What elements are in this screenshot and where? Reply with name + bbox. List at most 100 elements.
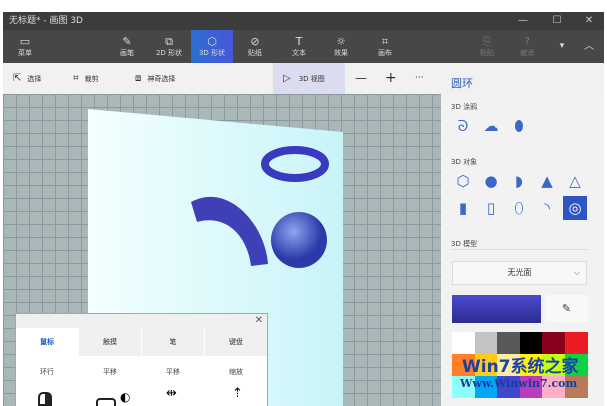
label: 选择	[27, 75, 42, 83]
sphere-icon[interactable]: ●	[479, 169, 503, 193]
tube-icon[interactable]: ▯	[479, 196, 503, 220]
help-icon: ?	[524, 35, 530, 48]
label: 菜单	[18, 49, 32, 57]
collapse-ribbon-button[interactable]: ︿	[577, 30, 601, 63]
magic-select-tool[interactable]: ⧈ 神奇选择	[135, 63, 175, 94]
canvas-icon: ⌗	[381, 35, 389, 48]
orbit-label: 环行	[40, 368, 54, 376]
mouse-left-icon	[38, 392, 52, 406]
effects-icon: ☼	[336, 35, 346, 48]
crop-icon: ⌗	[73, 73, 79, 84]
3d-view-button[interactable]: ▷ 3D 视图	[273, 63, 345, 94]
zoom-in-button[interactable]: +	[385, 63, 397, 94]
soft-doodle-icon[interactable]: ☁	[479, 114, 503, 138]
more-options-button[interactable]: ···	[415, 63, 424, 94]
cylinder-icon[interactable]: ▮	[451, 196, 475, 220]
color-swatch[interactable]	[542, 376, 565, 398]
label: 画布	[378, 49, 392, 57]
color-swatch[interactable]	[497, 332, 520, 354]
color-swatch[interactable]	[474, 332, 498, 354]
3d-view-icon: ▷	[283, 73, 291, 84]
label: 贴纸	[248, 49, 262, 57]
material-dropdown[interactable]: 无光面 ⌵	[452, 261, 587, 285]
label: 神奇选择	[147, 75, 176, 83]
color-palette	[452, 332, 588, 398]
3d-cube-icon: ⬡	[207, 35, 217, 48]
cube-icon[interactable]: ⬡	[451, 169, 475, 193]
color-swatch[interactable]	[542, 332, 565, 354]
tab-stickers[interactable]: ⊘ 贴纸	[235, 30, 275, 63]
current-color-swatch[interactable]	[452, 295, 541, 323]
navigation-help-dialog: ✕ 鼠标 触摸 笔 键盘 环行 平移 平移 缩放 ◐ ⇹ ⇡	[15, 313, 268, 406]
close-button[interactable]: ✕	[574, 12, 604, 30]
3d-doodle-heading: 3D 涂鸦	[451, 103, 478, 111]
color-swatch[interactable]	[474, 354, 498, 376]
minimize-button[interactable]: —	[508, 12, 538, 30]
tab-2d-shapes[interactable]: ⧉ 2D 形状	[149, 30, 189, 63]
color-swatch[interactable]	[519, 332, 543, 354]
tab-mouse[interactable]: 鼠标	[16, 328, 78, 356]
tube-doodle-icon[interactable]: ⬮	[507, 114, 531, 138]
color-swatch[interactable]	[564, 354, 588, 376]
bent-tube-icon[interactable]: ◝	[535, 196, 559, 220]
color-swatch[interactable]	[564, 332, 588, 354]
label: 画笔	[120, 49, 134, 57]
chevron-down-icon: ⌵	[573, 268, 580, 277]
crop-tool[interactable]: ⌗ 裁剪	[73, 63, 99, 94]
color-swatch[interactable]	[452, 332, 475, 354]
toolbar: ⇱ 选择 ⌗ 裁剪 ⧈ 神奇选择 ▷ 3D 视图 — + ···	[3, 63, 604, 94]
maximize-button[interactable]: ☐	[542, 12, 572, 30]
color-swatch[interactable]	[519, 376, 543, 398]
tab-text[interactable]: T 文本	[279, 30, 319, 63]
sphere-shape	[271, 212, 327, 268]
more-dropdown[interactable]: ▾	[551, 30, 573, 63]
ribbon: ▭ 菜单 ✎ 画笔 ⧉ 2D 形状 ⬡ 3D 形状 ⊘ 贴纸 T 文本 ☼ 效果 ⌗ 画布 ⎘ 粘…	[3, 30, 604, 63]
pan-label: 平移	[166, 368, 180, 376]
label: 裁剪	[84, 75, 99, 83]
menu-button[interactable]: ▭ 菜单	[5, 30, 45, 63]
paste-button[interactable]: ⎘ 粘贴	[467, 30, 507, 63]
window-title: 无标题* - 画图 3D	[9, 16, 83, 26]
zoom-label: 缩放	[229, 368, 243, 376]
label: 2D 形状	[155, 49, 183, 57]
undo-button[interactable]: ? 撤消	[507, 30, 547, 63]
color-swatch[interactable]	[452, 354, 475, 376]
touch-icon: ◐	[120, 390, 131, 404]
paste-icon: ⎘	[482, 35, 492, 48]
pan-arrows-icon: ⇹	[166, 386, 177, 401]
torus-icon[interactable]: ◎	[563, 196, 587, 220]
tab-pen[interactable]: 笔	[142, 328, 204, 356]
tab-touch[interactable]: 触摸	[79, 328, 141, 356]
text-icon: T	[295, 35, 303, 48]
menu-icon: ▭	[19, 35, 31, 48]
color-swatch[interactable]	[519, 354, 543, 376]
tab-brushes[interactable]: ✎ 画笔	[107, 30, 147, 63]
close-dialog-button[interactable]: ✕	[255, 315, 263, 326]
color-swatch[interactable]	[474, 376, 498, 398]
zoom-out-button[interactable]: —	[355, 63, 367, 94]
pan-label: 平移	[103, 368, 117, 376]
3d-canvas[interactable]: ✕ 鼠标 触摸 笔 键盘 环行 平移 平移 缩放 ◐ ⇹ ⇡	[3, 94, 441, 406]
pyramid-icon[interactable]: △	[563, 169, 587, 193]
3d-model-heading: 3D 模型	[451, 240, 478, 248]
capsule-icon[interactable]: ⬯	[507, 196, 531, 220]
hemisphere-icon[interactable]: ◗	[507, 169, 531, 193]
color-swatch[interactable]	[542, 354, 565, 376]
color-swatch[interactable]	[452, 376, 475, 398]
select-tool[interactable]: ⇱ 选择	[13, 63, 41, 94]
eyedropper-button[interactable]: ✎	[545, 295, 588, 323]
tab-keyboard[interactable]: 键盘	[205, 328, 267, 356]
tab-3d-shapes[interactable]: ⬡ 3D 形状	[191, 30, 233, 63]
color-swatch[interactable]	[497, 376, 520, 398]
sharp-doodle-icon[interactable]: ᘐ	[451, 114, 475, 138]
tab-canvas[interactable]: ⌗ 画布	[365, 30, 405, 63]
label: 文本	[292, 49, 306, 57]
cone-icon[interactable]: ▲	[535, 169, 559, 193]
color-swatch[interactable]	[497, 354, 520, 376]
sticker-icon: ⊘	[250, 35, 260, 48]
tab-effects[interactable]: ☼ 效果	[321, 30, 361, 63]
color-swatch[interactable]	[564, 376, 588, 398]
label: 效果	[334, 49, 348, 57]
2d-shapes-icon: ⧉	[165, 35, 173, 48]
magic-select-icon: ⧈	[135, 73, 142, 84]
